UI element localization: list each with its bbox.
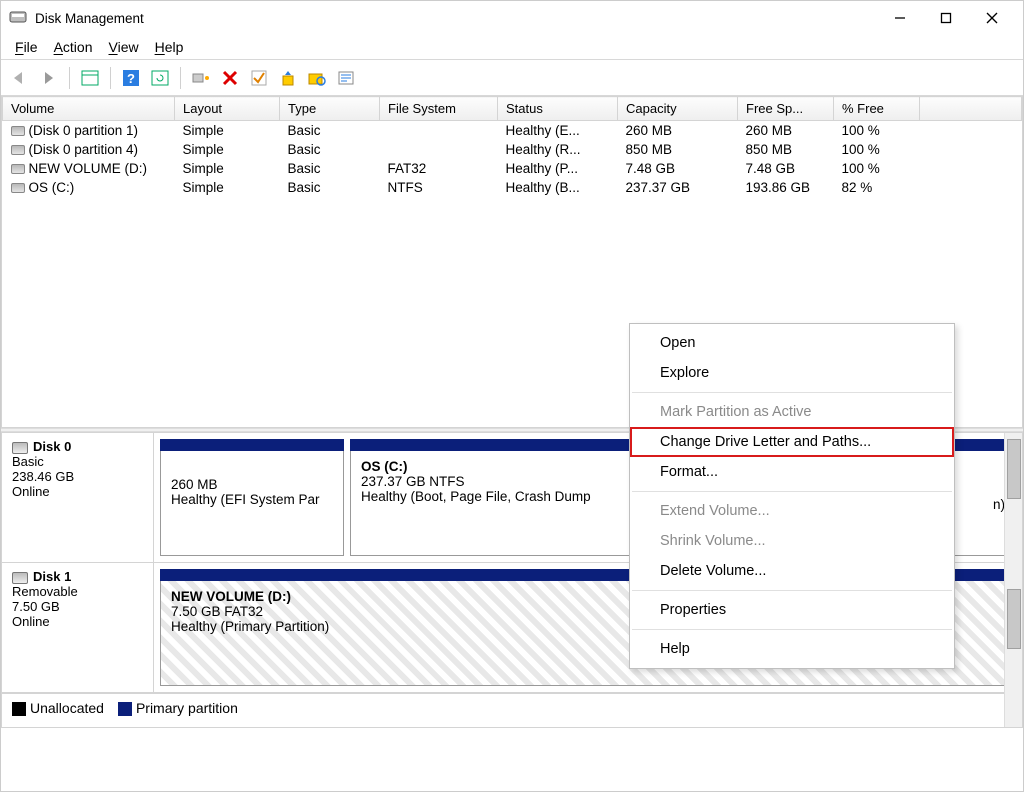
partition-header [160, 439, 344, 451]
ctx-explore[interactable]: Explore [630, 358, 954, 388]
ctx-extend-volume: Extend Volume... [630, 496, 954, 526]
table-row[interactable]: NEW VOLUME (D:) Simple Basic FAT32 Healt… [3, 159, 1022, 178]
forward-button[interactable] [36, 65, 62, 91]
ctx-properties[interactable]: Properties [630, 595, 954, 625]
legend: Unallocated Primary partition [2, 693, 1022, 722]
column-headers[interactable]: Volume Layout Type File System Status Ca… [3, 97, 1022, 121]
col-file-system[interactable]: File System [380, 97, 498, 121]
col-layout[interactable]: Layout [175, 97, 280, 121]
back-button[interactable] [7, 65, 33, 91]
ctx-separator [632, 392, 952, 393]
explore-button[interactable] [304, 65, 330, 91]
maximize-button[interactable] [923, 3, 969, 33]
disk-info-block[interactable]: Disk 1 Removable 7.50 GB Online [2, 563, 154, 692]
col-blank[interactable] [920, 97, 1022, 121]
table-row[interactable]: (Disk 0 partition 4) Simple Basic Health… [3, 140, 1022, 159]
menu-bar: File Action View Help [1, 35, 1023, 60]
app-icon [9, 9, 27, 27]
svg-text:?: ? [127, 71, 135, 86]
col-volume[interactable]: Volume [3, 97, 175, 121]
ctx-delete-volume[interactable]: Delete Volume... [630, 556, 954, 586]
ctx-separator [632, 629, 952, 630]
check-button[interactable] [246, 65, 272, 91]
refresh-button[interactable] [147, 65, 173, 91]
action-button[interactable] [275, 65, 301, 91]
title-bar: Disk Management [1, 1, 1023, 35]
menu-view[interactable]: View [109, 39, 139, 55]
ctx-help[interactable]: Help [630, 634, 954, 664]
volume-table: Volume Layout Type File System Status Ca… [2, 96, 1022, 197]
legend-swatch-unallocated [12, 702, 26, 716]
partition-block[interactable]: 260 MB Healthy (EFI System Par [160, 451, 344, 556]
settings-button[interactable] [188, 65, 214, 91]
col-status[interactable]: Status [498, 97, 618, 121]
disk-icon [12, 572, 28, 584]
vertical-scrollbar[interactable] [1004, 433, 1022, 727]
table-row[interactable]: OS (C:) Simple Basic NTFS Healthy (B... … [3, 178, 1022, 197]
disk-icon [12, 442, 28, 454]
minimize-button[interactable] [877, 3, 923, 33]
drive-icon [11, 145, 25, 155]
partition-header [350, 439, 630, 451]
table-row[interactable]: (Disk 0 partition 1) Simple Basic Health… [3, 121, 1022, 141]
drive-icon [11, 126, 25, 136]
ctx-shrink-volume: Shrink Volume... [630, 526, 954, 556]
menu-help[interactable]: Help [155, 39, 184, 55]
legend-swatch-primary [118, 702, 132, 716]
disk-info-block[interactable]: Disk 0 Basic 238.46 GB Online [2, 433, 154, 562]
drive-icon [11, 183, 25, 193]
col-pct-free[interactable]: % Free [834, 97, 920, 121]
ctx-change-drive-letter[interactable]: Change Drive Letter and Paths... [630, 427, 954, 457]
col-type[interactable]: Type [280, 97, 380, 121]
delete-button[interactable] [217, 65, 243, 91]
window-title: Disk Management [35, 11, 144, 26]
partition-block[interactable]: OS (C:) 237.37 GB NTFS Healthy (Boot, Pa… [350, 451, 630, 556]
ctx-open[interactable]: Open [630, 328, 954, 358]
close-button[interactable] [969, 3, 1015, 33]
drive-icon [11, 164, 25, 174]
help-button[interactable]: ? [118, 65, 144, 91]
show-hide-tree-button[interactable] [77, 65, 103, 91]
ctx-separator [632, 590, 952, 591]
ctx-mark-active: Mark Partition as Active [630, 397, 954, 427]
menu-action[interactable]: Action [54, 39, 93, 55]
ctx-separator [632, 491, 952, 492]
properties-button[interactable] [333, 65, 359, 91]
col-capacity[interactable]: Capacity [618, 97, 738, 121]
menu-file[interactable]: File [15, 39, 38, 55]
context-menu: Open Explore Mark Partition as Active Ch… [629, 323, 955, 669]
toolbar: ? [1, 60, 1023, 96]
col-free-space[interactable]: Free Sp... [738, 97, 834, 121]
ctx-format[interactable]: Format... [630, 457, 954, 487]
